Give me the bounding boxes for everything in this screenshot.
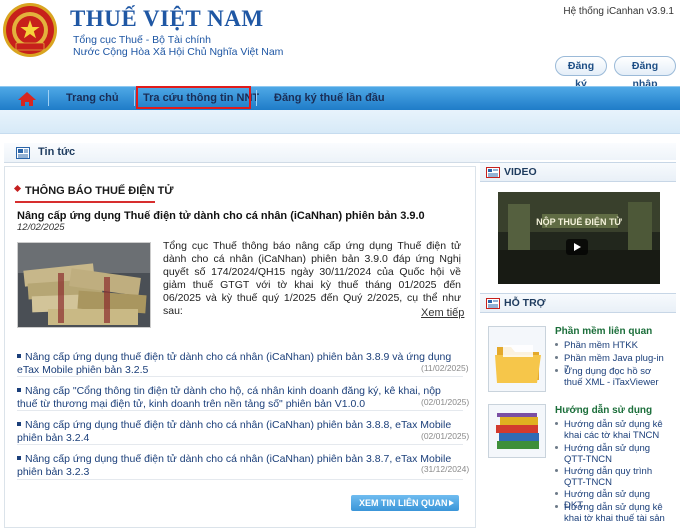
related-news-date: (02/01/2025) <box>421 397 470 407</box>
folder-image <box>488 326 546 392</box>
support-section-title: HỖ TRỢ <box>504 297 546 309</box>
bullet-icon <box>555 492 558 495</box>
bullet-icon <box>17 422 21 427</box>
sidebar: VIDEO NỘP THUẾ ĐIỆN TỬ HỖ TRỢ Phần mềm l… <box>480 160 676 528</box>
related-news-item[interactable]: Nâng cấp ứng dụng thuế điện tử dành cho … <box>17 351 463 376</box>
nav-separator <box>256 90 257 106</box>
related-news-text: Nâng cấp ứng dụng thuế điện tử dành cho … <box>17 351 452 376</box>
tax-emblem-logo[interactable] <box>2 2 58 58</box>
nav-item-home[interactable]: Trang chủ <box>66 87 119 109</box>
featured-article-title[interactable]: Nâng cấp ứng dụng Thuế điện tử dành cho … <box>17 210 425 222</box>
divider <box>17 410 463 411</box>
software-link-htkk[interactable]: Phần mềm HTKK <box>555 340 667 351</box>
newspaper-icon <box>486 167 500 178</box>
newspaper-icon <box>486 298 500 309</box>
bullet-icon <box>555 446 558 449</box>
nav-separator <box>134 90 135 106</box>
folder-icon <box>489 327 545 391</box>
support-section-header: HỖ TRỢ <box>480 293 676 313</box>
related-news-item[interactable]: Nâng cấp "Cổng thông tin điện tử dành ch… <box>17 385 463 410</box>
main-nav: Trang chủ Tra cứu thông tin NNT Đăng ký … <box>0 86 680 110</box>
divider <box>17 376 463 377</box>
news-main-panel: THÔNG BÁO THUẾ ĐIỆN TỬ Nâng cấp ứng dụng… <box>4 166 476 528</box>
books-icon <box>489 405 545 457</box>
nav-item-first-registration[interactable]: Đăng ký thuế lần đầu <box>274 87 385 109</box>
related-news-item[interactable]: Nâng cấp ứng dụng thuế điện tử dành cho … <box>17 419 463 444</box>
site-header: THUẾ VIỆT NAM Tổng cục Thuế - Bộ Tài chí… <box>0 0 680 90</box>
bullet-icon <box>17 388 21 393</box>
login-button[interactable]: Đăng nhập <box>614 56 676 90</box>
system-version: Hệ thống iCanhan v3.9.1 <box>563 6 674 17</box>
divider <box>17 479 463 480</box>
related-news-date: (02/01/2025) <box>421 431 470 441</box>
software-title: Phần mềm liên quan <box>555 326 653 337</box>
guide-link-qtt-tncn[interactable]: Hướng dẫn sử dụng QTT-TNCN <box>555 443 667 465</box>
software-link-itaxviewer[interactable]: Ứng dụng đọc hồ sơ thuế XML - iTaxViewer <box>555 366 667 388</box>
bullet-icon <box>555 422 558 425</box>
related-news-button-label: XEM TIN LIÊN QUAN <box>359 498 448 508</box>
books-image <box>488 404 546 458</box>
see-more-link[interactable]: Xem tiếp <box>421 307 464 319</box>
news-section-title: Tin tức <box>38 146 76 158</box>
bullet-icon <box>555 343 558 346</box>
guide-link-qtt-process[interactable]: Hướng dẫn quy trình QTT-TNCN <box>555 466 667 488</box>
nav-separator <box>48 90 49 106</box>
bullet-icon <box>555 505 558 508</box>
bullet-icon <box>17 354 21 359</box>
money-stack-image <box>18 243 150 327</box>
bullet-icon <box>555 356 558 359</box>
notice-heading: THÔNG BÁO THUẾ ĐIỆN TỬ <box>25 185 174 197</box>
divider <box>17 444 463 445</box>
sub-nav-bar <box>0 110 680 134</box>
related-news-date: (31/12/2024) <box>421 464 470 474</box>
site-subtitle-country: Nước Cộng Hòa Xã Hội Chủ Nghĩa Việt Nam <box>73 46 284 58</box>
guides-title: Hướng dẫn sử dụng <box>555 405 653 416</box>
related-news-item[interactable]: Nâng cấp ứng dụng thuế điện tử dành cho … <box>17 453 463 478</box>
nav-highlight-box <box>136 86 251 109</box>
bullet-icon <box>17 456 21 461</box>
register-button[interactable]: Đăng ký <box>555 56 607 90</box>
related-news-text: Nâng cấp ứng dụng thuế điện tử dành cho … <box>17 453 452 478</box>
video-section-title: VIDEO <box>504 166 537 178</box>
guide-link-property-tax[interactable]: Hướng dẫn sử dụng kê khai tờ khai thuế t… <box>555 502 667 524</box>
newspaper-icon <box>16 147 30 159</box>
featured-article-summary: Tổng cục Thuế thông báo nâng cấp ứng dụn… <box>163 240 461 317</box>
related-news-date: (11/02/2025) <box>421 363 469 373</box>
heading-underline <box>15 201 155 203</box>
featured-article-date: 12/02/2025 <box>17 222 65 233</box>
heading-marker <box>13 184 22 193</box>
video-caption: NỘP THUẾ ĐIỆN TỬ <box>536 216 622 227</box>
related-news-text: Nâng cấp ứng dụng thuế điện tử dành cho … <box>17 419 452 444</box>
related-news-text: Nâng cấp "Cổng thông tin điện tử dành ch… <box>17 385 441 410</box>
bullet-icon <box>555 369 558 372</box>
bullet-icon <box>555 469 558 472</box>
video-section-header: VIDEO <box>480 162 676 182</box>
site-title: THUẾ VIỆT NAM <box>70 6 264 31</box>
video-thumbnail: NỘP THUẾ ĐIỆN TỬ <box>498 192 660 284</box>
home-icon[interactable] <box>12 89 42 109</box>
video-player[interactable]: NỘP THUẾ ĐIỆN TỬ <box>498 192 660 284</box>
site-subtitle-ministry: Tổng cục Thuế - Bộ Tài chính <box>73 34 211 46</box>
related-news-button[interactable]: XEM TIN LIÊN QUAN <box>351 495 459 511</box>
featured-article-image[interactable] <box>17 242 151 328</box>
guide-link-tncn-declaration[interactable]: Hướng dẫn sử dụng kê khai các tờ khai TN… <box>555 419 667 441</box>
arrow-right-icon <box>449 500 454 506</box>
